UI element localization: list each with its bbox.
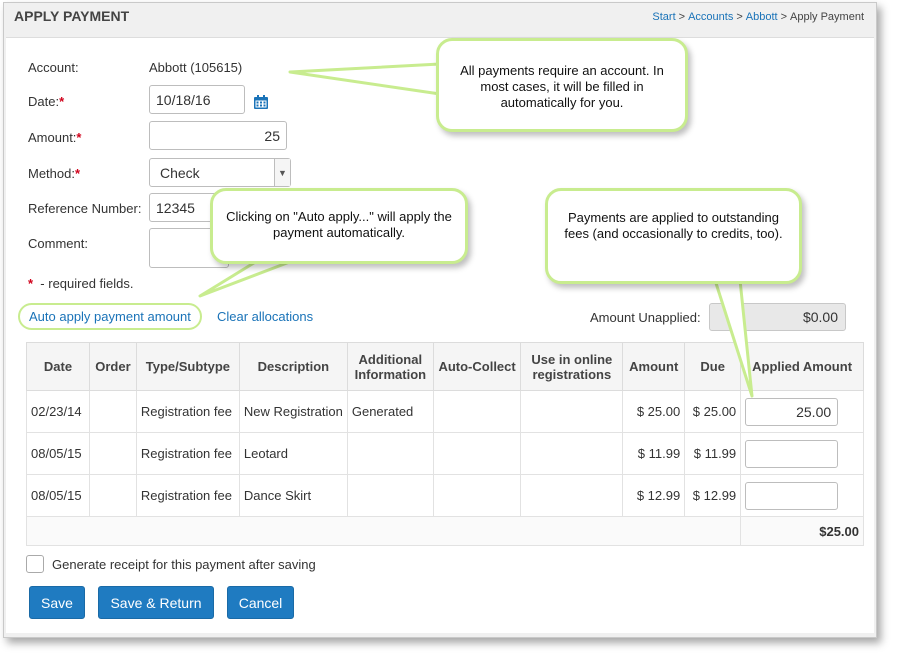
callout-auto-apply: Clicking on "Auto apply..." will apply t… — [210, 188, 468, 264]
callout-applied: Payments are applied to outstanding fees… — [545, 188, 802, 284]
callout-account: All payments require an account. In most… — [436, 38, 688, 132]
